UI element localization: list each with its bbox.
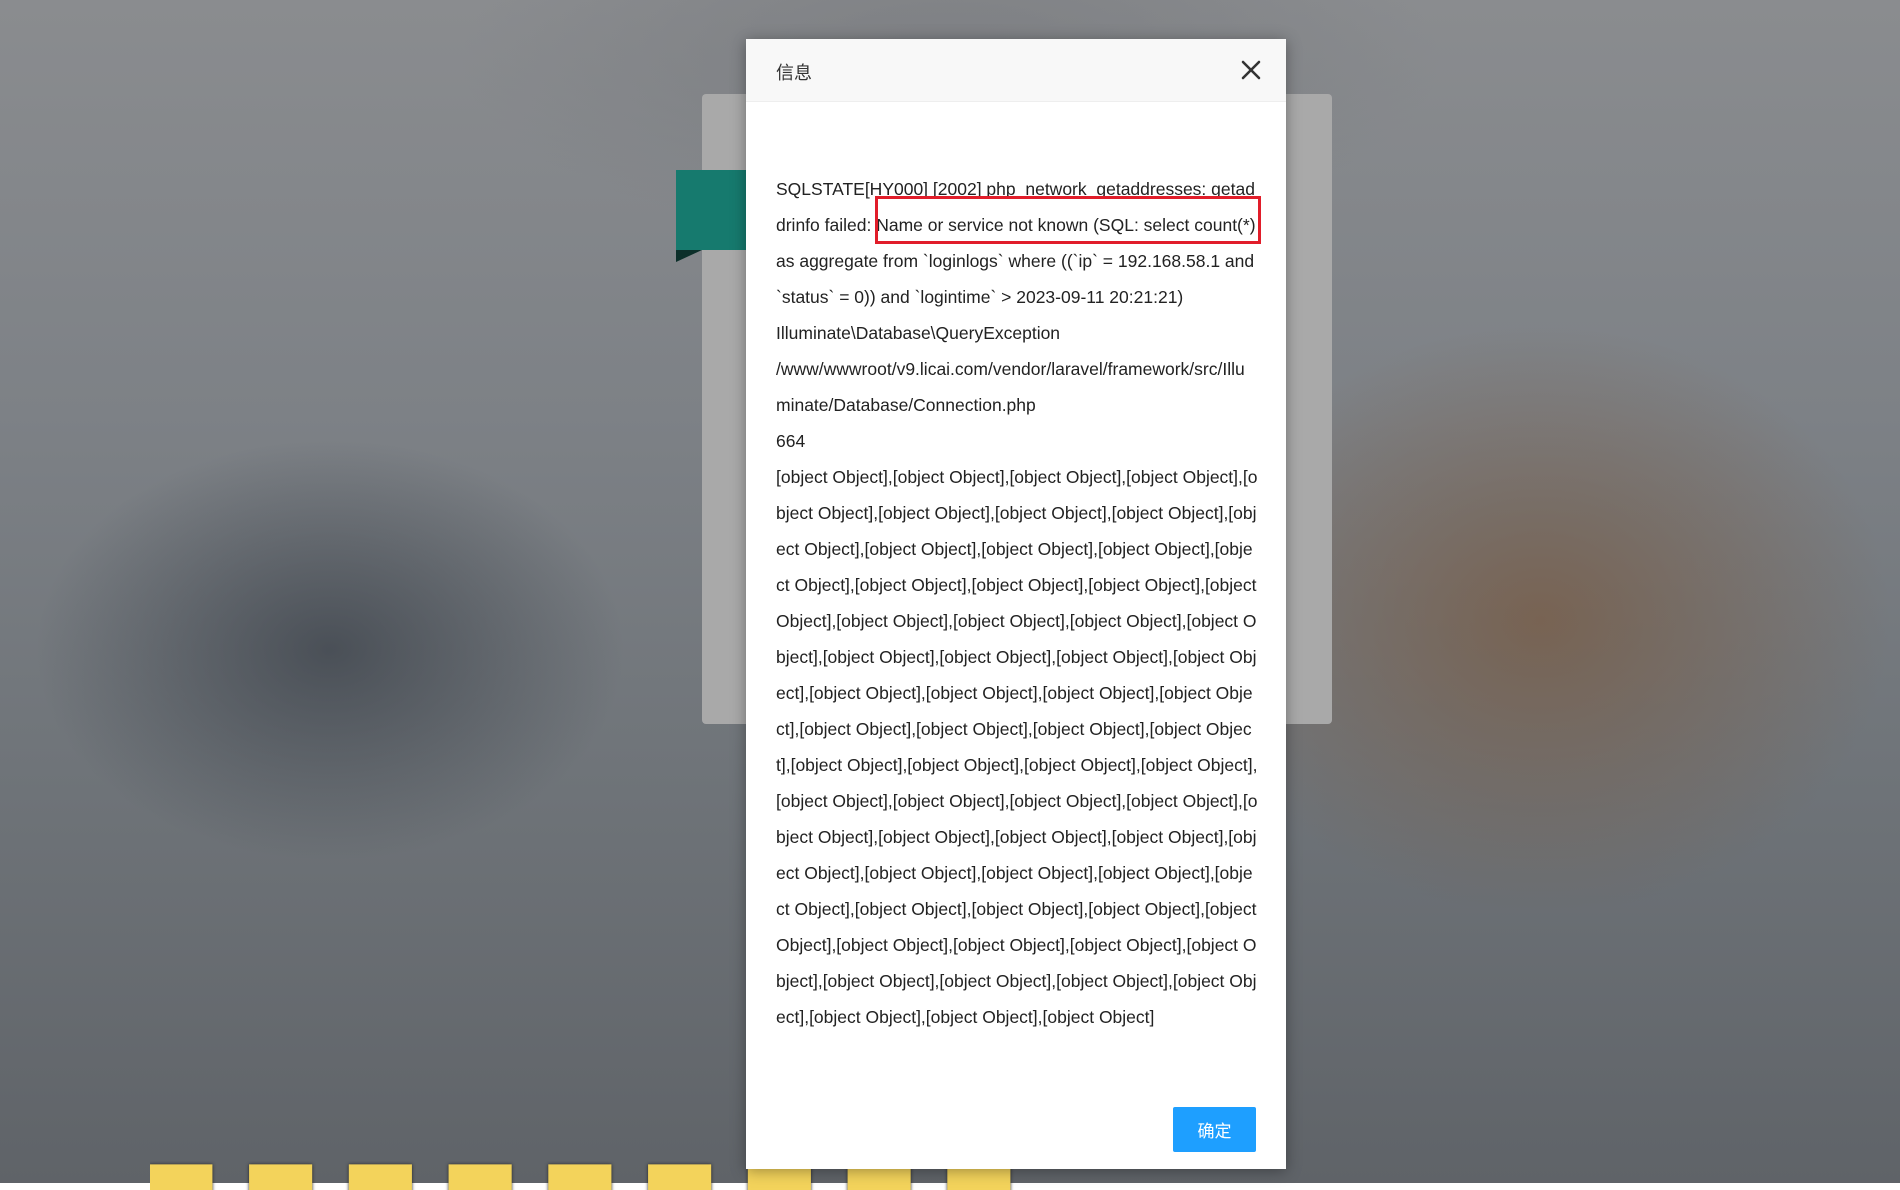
dialog-header: 信息 (746, 39, 1286, 102)
exception-file: /www/wwwroot/v9.licai.com/vendor/laravel… (776, 359, 1245, 415)
dialog-title: 信息 (776, 63, 812, 84)
exception-class: Illuminate\Database\QueryException (776, 323, 1061, 343)
background-ribbon (676, 170, 746, 250)
dialog-message: SQLSTATE[HY000] [2002] php_network_getad… (776, 171, 1258, 1035)
confirm-button[interactable]: 确定 (1173, 1107, 1256, 1152)
close-icon[interactable] (1238, 57, 1264, 83)
error-message: SQLSTATE[HY000] [2002] php_network_getad… (776, 179, 1256, 307)
info-dialog: 信息 SQLSTATE[HY000] [2002] php_network_ge… (746, 39, 1286, 1169)
exception-line: 664 (776, 431, 806, 451)
background-ribbon-fold (676, 250, 702, 262)
exception-trace: [object Object],[object Object],[object … (776, 467, 1258, 1027)
